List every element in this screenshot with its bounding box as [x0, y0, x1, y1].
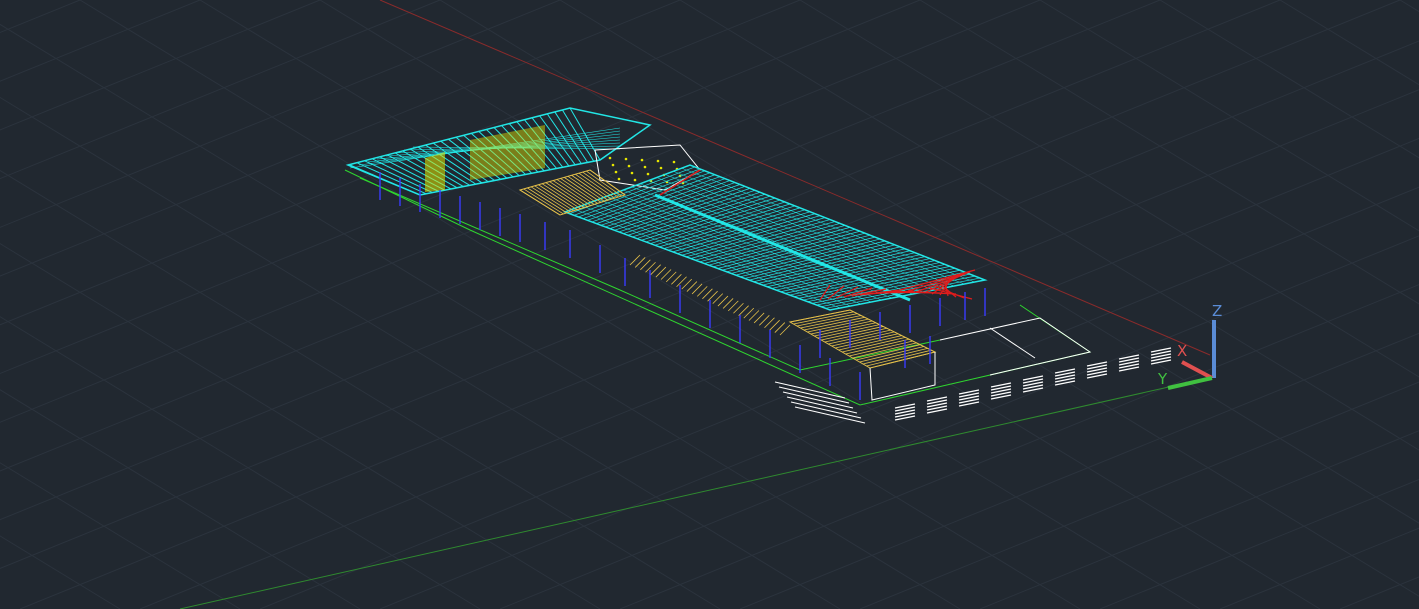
ucs-y-label: Y [1157, 370, 1168, 388]
ucs-x-label: X [1177, 342, 1187, 360]
ucs-z-label: Z [1212, 302, 1222, 320]
ucs-icon: Z X Y [1157, 302, 1222, 390]
ucs-y-axis [1167, 376, 1213, 390]
ucs-x-axis [1181, 360, 1213, 380]
model-viewport[interactable]: Z X Y [0, 0, 1419, 609]
